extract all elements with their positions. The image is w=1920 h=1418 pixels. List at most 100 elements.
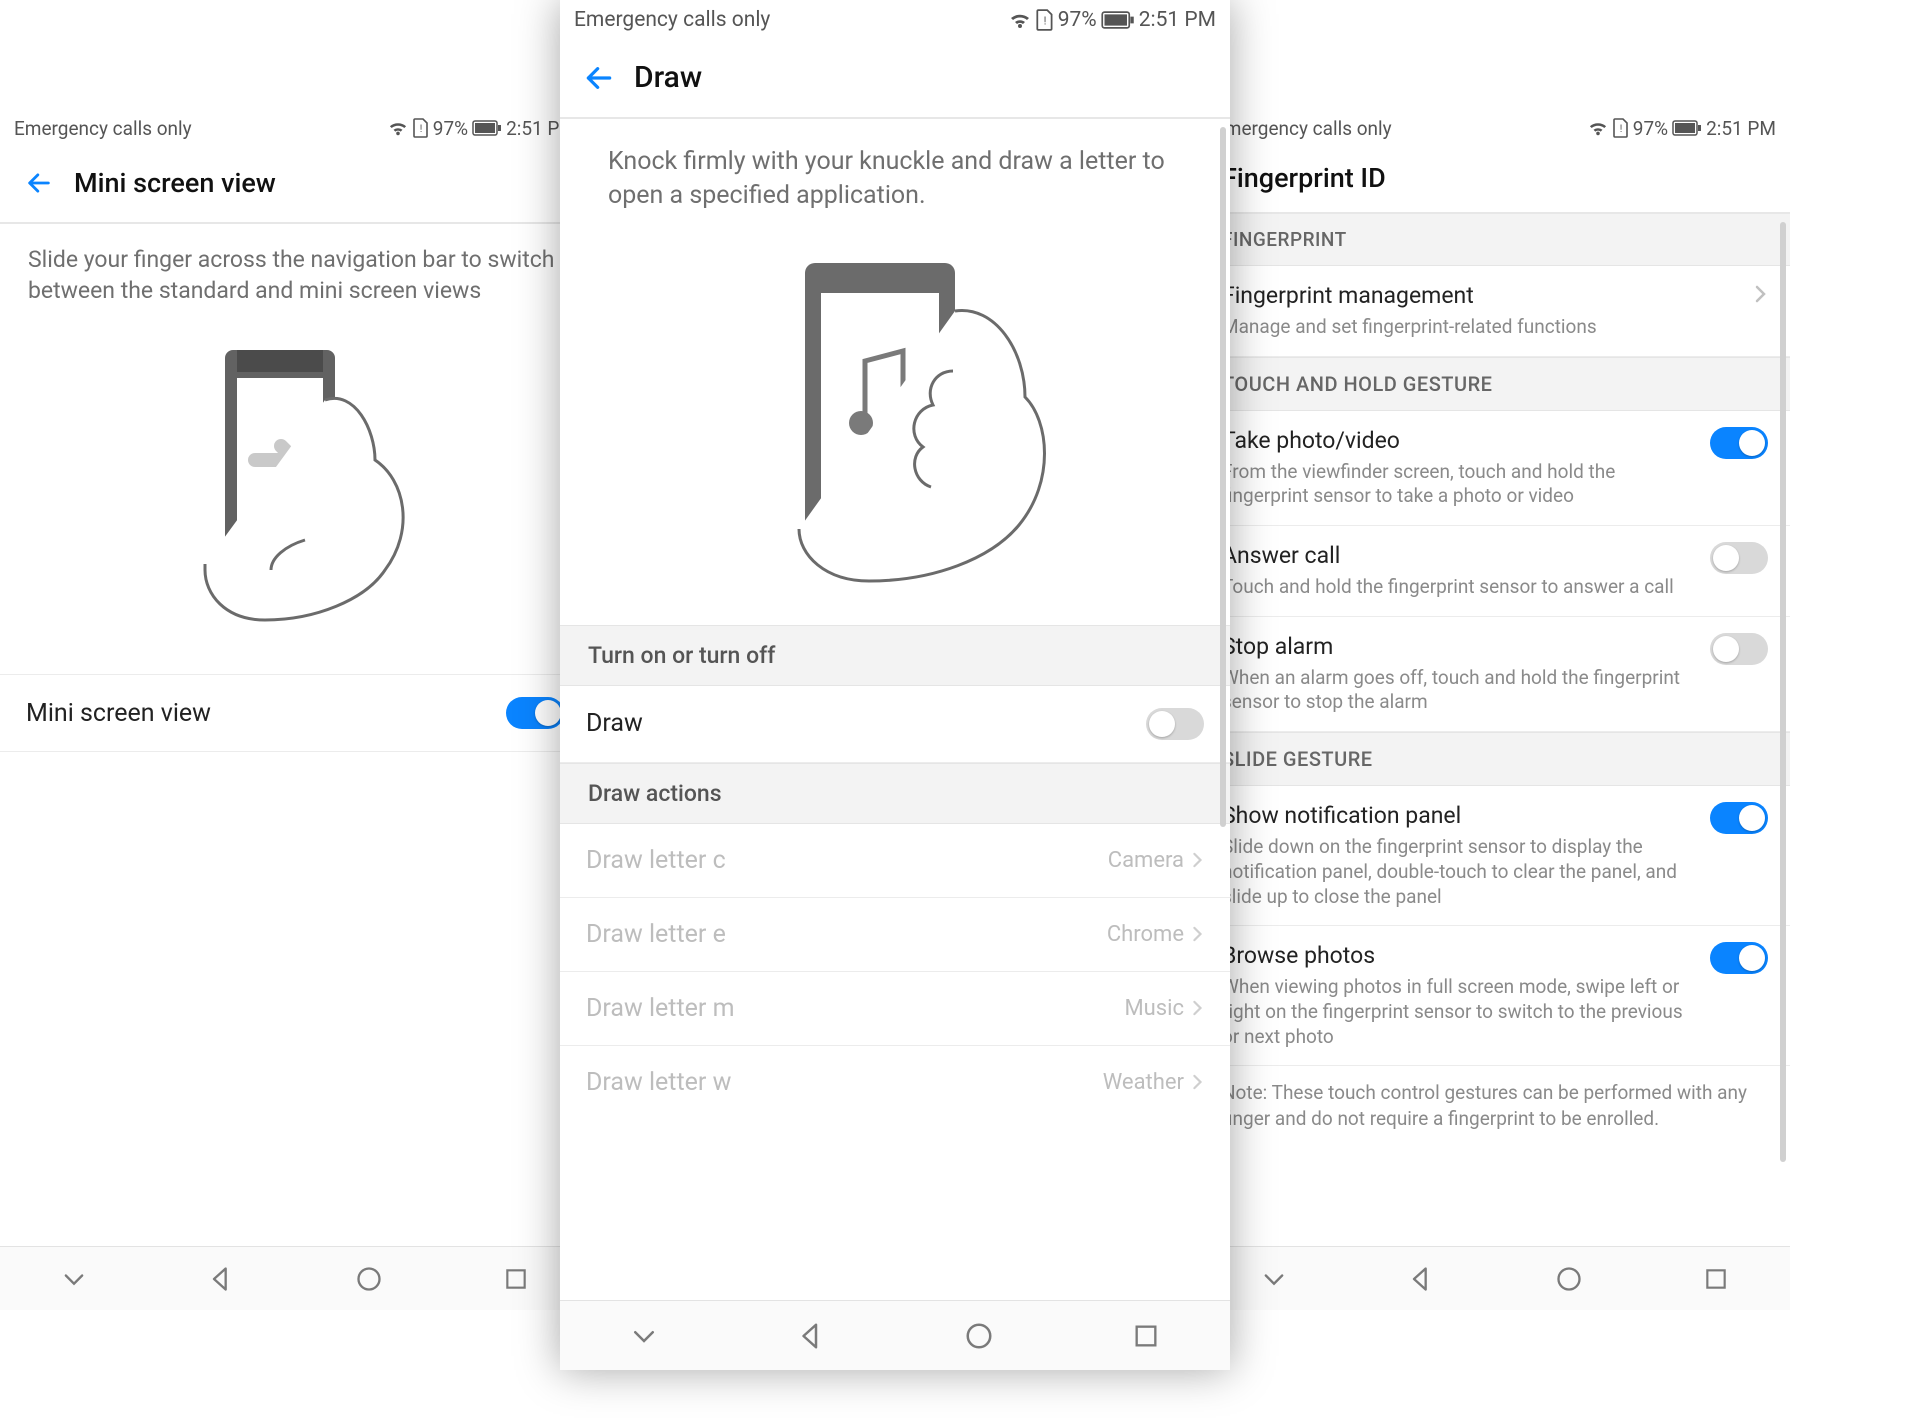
- battery-percent: 97%: [1633, 117, 1668, 140]
- sub: Touch and hold the fingerprint sensor to…: [1222, 575, 1694, 600]
- nav-back-icon[interactable]: [1399, 1257, 1443, 1301]
- body: Knock firmly with your knuckle and draw …: [560, 119, 1230, 1300]
- row-draw-toggle[interactable]: Draw: [560, 686, 1230, 763]
- sim-icon: !: [413, 118, 429, 138]
- page-title: Mini screen view: [74, 167, 276, 199]
- page-title: Fingerprint ID: [1222, 162, 1386, 194]
- row-take-photo-video[interactable]: Take photo/video From the viewfinder scr…: [1200, 411, 1790, 526]
- header: Fingerprint ID: [1200, 146, 1790, 214]
- header: Mini screen view: [0, 146, 590, 224]
- nav-home-icon[interactable]: [1547, 1257, 1591, 1301]
- sim-icon: !: [1613, 118, 1629, 138]
- chevron-right-icon: [1190, 1071, 1204, 1093]
- chevron-right-icon: [1752, 282, 1768, 306]
- clock-text: 2:51 PM: [1139, 8, 1216, 32]
- wifi-icon: [1587, 119, 1609, 137]
- fp-management-label: Fingerprint management: [1222, 282, 1736, 309]
- nav-collapse-icon[interactable]: [52, 1257, 96, 1301]
- nav-bar: [0, 1246, 590, 1310]
- wifi-icon: [1008, 10, 1032, 30]
- status-bar: Emergency calls only ! 97% 2:51 PM: [560, 0, 1230, 40]
- label: Browse photos: [1222, 942, 1694, 969]
- draw-label: Draw: [586, 709, 643, 738]
- clock-text: 2:51 PM: [1706, 117, 1776, 140]
- status-right: ! 97% 2:51 PM: [387, 117, 576, 140]
- carrier-text: Emergency calls only: [14, 117, 192, 140]
- description-text: Knock firmly with your knuckle and draw …: [560, 119, 1230, 227]
- label: Draw letter e: [586, 920, 726, 949]
- illustration-knuckle-draw: [560, 227, 1230, 625]
- row-draw-letter-w[interactable]: Draw letter w Weather: [560, 1046, 1230, 1119]
- label: Draw letter m: [586, 994, 735, 1023]
- section-fingerprint: Fingerprint: [1200, 214, 1790, 266]
- carrier-text: Emergency calls only: [1214, 117, 1392, 140]
- wifi-icon: [387, 119, 409, 137]
- nav-bar: [1200, 1246, 1790, 1310]
- sim-icon: !: [1036, 9, 1054, 31]
- row-browse-photos[interactable]: Browse photos When viewing photos in ful…: [1200, 926, 1790, 1066]
- value: Camera: [1108, 848, 1204, 873]
- footer-note: Note: These touch control gestures can b…: [1200, 1066, 1790, 1155]
- toggle-take-photo[interactable]: [1710, 427, 1768, 459]
- toggle-stop-alarm[interactable]: [1710, 633, 1768, 665]
- scrollbar[interactable]: [1220, 127, 1226, 827]
- illustration-hand-phone: [0, 316, 590, 674]
- row-mini-screen-view[interactable]: Mini screen view: [0, 674, 590, 752]
- back-icon[interactable]: [582, 61, 616, 95]
- nav-collapse-icon[interactable]: [622, 1314, 666, 1358]
- toggle-answer-call[interactable]: [1710, 542, 1768, 574]
- nav-home-icon[interactable]: [347, 1257, 391, 1301]
- label: Show notification panel: [1222, 802, 1694, 829]
- value: Chrome: [1107, 922, 1204, 947]
- label: Answer call: [1222, 542, 1694, 569]
- carrier-text: Emergency calls only: [574, 8, 770, 32]
- label: Draw letter w: [586, 1068, 731, 1097]
- chevron-right-icon: [1190, 849, 1204, 871]
- sub: When viewing photos in full screen mode,…: [1222, 975, 1694, 1049]
- nav-recent-icon[interactable]: [1124, 1314, 1168, 1358]
- row-draw-letter-m[interactable]: Draw letter m Music: [560, 972, 1230, 1046]
- row-show-notification-panel[interactable]: Show notification panel Slide down on th…: [1200, 786, 1790, 926]
- row-draw-letter-c[interactable]: Draw letter c Camera: [560, 824, 1230, 898]
- nav-recent-icon[interactable]: [1694, 1257, 1738, 1301]
- section-draw-actions: Draw actions: [560, 763, 1230, 824]
- status-bar: Emergency calls only ! 97% 2:51 PM: [1200, 110, 1790, 146]
- row-stop-alarm[interactable]: Stop alarm When an alarm goes off, touch…: [1200, 617, 1790, 732]
- toggle-notification-panel[interactable]: [1710, 802, 1768, 834]
- toggle-label: Mini screen view: [26, 699, 211, 728]
- battery-percent: 97%: [433, 117, 468, 140]
- sub: When an alarm goes off, touch and hold t…: [1222, 666, 1694, 715]
- phone-draw: Emergency calls only ! 97% 2:51 PM Draw …: [560, 0, 1230, 1370]
- row-fingerprint-management[interactable]: Fingerprint management Manage and set fi…: [1200, 266, 1790, 357]
- chevron-right-icon: [1190, 923, 1204, 945]
- chevron-right-icon: [1190, 997, 1204, 1019]
- toggle-mini-screen[interactable]: [506, 697, 564, 729]
- phone-mini-screen-view: Emergency calls only ! 97% 2:51 PM Mini …: [0, 110, 590, 1310]
- page-title: Draw: [634, 60, 702, 95]
- status-bar: Emergency calls only ! 97% 2:51 PM: [0, 110, 590, 146]
- nav-collapse-icon[interactable]: [1252, 1257, 1296, 1301]
- value: Weather: [1103, 1070, 1204, 1095]
- nav-back-icon[interactable]: [789, 1314, 833, 1358]
- battery-icon: [1672, 120, 1702, 136]
- label: Stop alarm: [1222, 633, 1694, 660]
- nav-back-icon[interactable]: [199, 1257, 243, 1301]
- phone-fingerprint-id: Emergency calls only ! 97% 2:51 PM Finge…: [1200, 110, 1790, 1310]
- back-icon[interactable]: [22, 166, 56, 200]
- svg-text:!: !: [1619, 124, 1622, 135]
- battery-icon: [472, 120, 502, 136]
- nav-recent-icon[interactable]: [494, 1257, 538, 1301]
- row-draw-letter-e[interactable]: Draw letter e Chrome: [560, 898, 1230, 972]
- toggle-browse-photos[interactable]: [1710, 942, 1768, 974]
- label: Take photo/video: [1222, 427, 1694, 454]
- section-touch-hold: Touch and hold gesture: [1200, 357, 1790, 411]
- status-right: ! 97% 2:51 PM: [1587, 117, 1776, 140]
- scrollbar[interactable]: [1780, 222, 1786, 1162]
- status-right: ! 97% 2:51 PM: [1008, 8, 1216, 32]
- section-slide-gesture: Slide gesture: [1200, 732, 1790, 786]
- row-answer-call[interactable]: Answer call Touch and hold the fingerpri…: [1200, 526, 1790, 617]
- toggle-draw[interactable]: [1146, 708, 1204, 740]
- body: Fingerprint Fingerprint management Manag…: [1200, 214, 1790, 1246]
- nav-home-icon[interactable]: [957, 1314, 1001, 1358]
- body: Slide your finger across the navigation …: [0, 224, 590, 1246]
